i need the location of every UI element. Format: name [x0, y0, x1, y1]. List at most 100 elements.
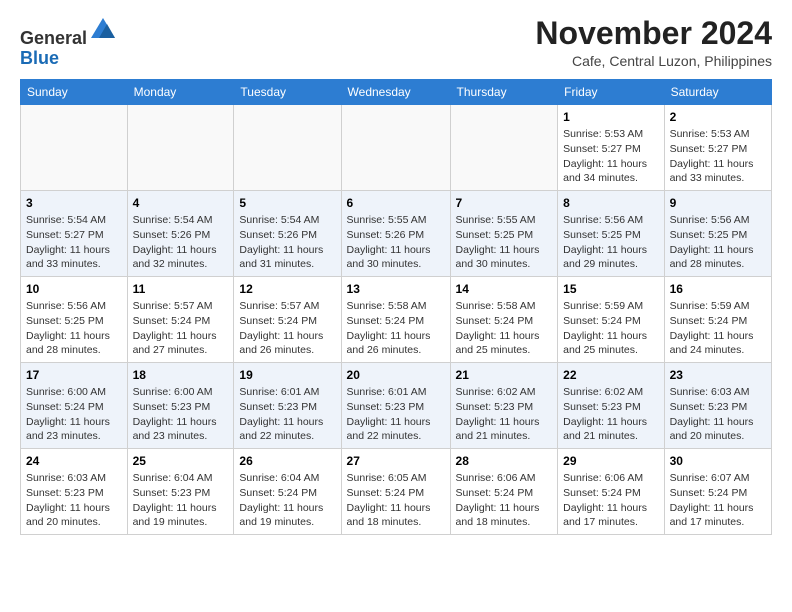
logo: General Blue: [20, 16, 117, 69]
calendar-week-2: 3Sunrise: 5:54 AM Sunset: 5:27 PM Daylig…: [21, 191, 772, 277]
calendar-cell: 7 Sunrise: 5:55 AM Sunset: 5:25 PM Daylig…: [450, 191, 558, 277]
day-number: 8: [563, 195, 658, 211]
day-number: 18: [133, 367, 229, 383]
day-detail: Sunrise: 5:56 AM Sunset: 5:25 PM Dayligh…: [563, 213, 658, 272]
day-number: 5: [239, 195, 335, 211]
day-number: 17: [26, 367, 122, 383]
logo-text: General: [20, 16, 117, 49]
day-number: 12: [239, 281, 335, 297]
day-detail: Sunrise: 6:01 AM Sunset: 5:23 PM Dayligh…: [347, 385, 445, 444]
calendar-cell: 9 Sunrise: 5:56 AM Sunset: 5:25 PM Daylig…: [664, 191, 771, 277]
calendar-cell: 24 Sunrise: 6:03 AM Sunset: 5:23 PM Dayli…: [21, 448, 128, 534]
calendar: SundayMondayTuesdayWednesdayThursdayFrid…: [20, 79, 772, 535]
calendar-cell: 19 Sunrise: 6:01 AM Sunset: 5:23 PM Dayli…: [234, 363, 341, 449]
day-detail: Sunrise: 5:58 AM Sunset: 5:24 PM Dayligh…: [347, 299, 445, 358]
calendar-cell: 12 Sunrise: 5:57 AM Sunset: 5:24 PM Dayli…: [234, 277, 341, 363]
logo-icon: [89, 16, 117, 44]
calendar-cell: [21, 105, 128, 191]
calendar-cell: 22 Sunrise: 6:02 AM Sunset: 5:23 PM Dayli…: [558, 363, 664, 449]
day-number: 16: [670, 281, 766, 297]
column-header-saturday: Saturday: [664, 80, 771, 105]
day-number: 15: [563, 281, 658, 297]
calendar-cell: 27 Sunrise: 6:05 AM Sunset: 5:24 PM Dayli…: [341, 448, 450, 534]
day-detail: Sunrise: 6:02 AM Sunset: 5:23 PM Dayligh…: [456, 385, 553, 444]
day-number: 29: [563, 453, 658, 469]
day-detail: Sunrise: 5:57 AM Sunset: 5:24 PM Dayligh…: [239, 299, 335, 358]
page: General Blue November 2024 Cafe, Central…: [0, 0, 792, 547]
day-detail: Sunrise: 5:57 AM Sunset: 5:24 PM Dayligh…: [133, 299, 229, 358]
column-header-monday: Monday: [127, 80, 234, 105]
calendar-cell: 4 Sunrise: 5:54 AM Sunset: 5:26 PM Daylig…: [127, 191, 234, 277]
calendar-cell: 14Sunrise: 5:58 AM Sunset: 5:24 PM Dayli…: [450, 277, 558, 363]
day-detail: Sunrise: 5:53 AM Sunset: 5:27 PM Dayligh…: [670, 127, 766, 186]
day-detail: Sunrise: 6:04 AM Sunset: 5:23 PM Dayligh…: [133, 471, 229, 530]
calendar-cell: 23Sunrise: 6:03 AM Sunset: 5:23 PM Dayli…: [664, 363, 771, 449]
calendar-cell: 13 Sunrise: 5:58 AM Sunset: 5:24 PM Dayli…: [341, 277, 450, 363]
logo-blue: Blue: [20, 48, 59, 68]
day-number: 27: [347, 453, 445, 469]
day-detail: Sunrise: 5:54 AM Sunset: 5:26 PM Dayligh…: [133, 213, 229, 272]
calendar-cell: 16 Sunrise: 5:59 AM Sunset: 5:24 PM Dayli…: [664, 277, 771, 363]
calendar-cell: 10 Sunrise: 5:56 AM Sunset: 5:25 PM Dayli…: [21, 277, 128, 363]
calendar-cell: 26 Sunrise: 6:04 AM Sunset: 5:24 PM Dayli…: [234, 448, 341, 534]
calendar-cell: 28 Sunrise: 6:06 AM Sunset: 5:24 PM Dayli…: [450, 448, 558, 534]
calendar-cell: 18 Sunrise: 6:00 AM Sunset: 5:23 PM Dayli…: [127, 363, 234, 449]
day-detail: Sunrise: 6:07 AM Sunset: 5:24 PM Dayligh…: [670, 471, 766, 530]
logo-blue-text: Blue: [20, 49, 117, 69]
column-header-sunday: Sunday: [21, 80, 128, 105]
day-detail: Sunrise: 6:03 AM Sunset: 5:23 PM Dayligh…: [26, 471, 122, 530]
day-number: 13: [347, 281, 445, 297]
day-detail: Sunrise: 5:56 AM Sunset: 5:25 PM Dayligh…: [670, 213, 766, 272]
day-detail: Sunrise: 5:58 AM Sunset: 5:24 PM Dayligh…: [456, 299, 553, 358]
calendar-week-1: 1Sunrise: 5:53 AM Sunset: 5:27 PM Daylig…: [21, 105, 772, 191]
calendar-cell: 15Sunrise: 5:59 AM Sunset: 5:24 PM Dayli…: [558, 277, 664, 363]
month-title: November 2024: [535, 16, 772, 51]
calendar-week-4: 17 Sunrise: 6:00 AM Sunset: 5:24 PM Dayli…: [21, 363, 772, 449]
day-number: 24: [26, 453, 122, 469]
calendar-week-5: 24 Sunrise: 6:03 AM Sunset: 5:23 PM Dayli…: [21, 448, 772, 534]
day-detail: Sunrise: 6:00 AM Sunset: 5:24 PM Dayligh…: [26, 385, 122, 444]
day-number: 20: [347, 367, 445, 383]
day-number: 9: [670, 195, 766, 211]
day-number: 19: [239, 367, 335, 383]
day-detail: Sunrise: 5:53 AM Sunset: 5:27 PM Dayligh…: [563, 127, 658, 186]
calendar-cell: [234, 105, 341, 191]
calendar-cell: [127, 105, 234, 191]
calendar-cell: 8 Sunrise: 5:56 AM Sunset: 5:25 PM Daylig…: [558, 191, 664, 277]
column-header-friday: Friday: [558, 80, 664, 105]
day-detail: Sunrise: 6:06 AM Sunset: 5:24 PM Dayligh…: [456, 471, 553, 530]
day-detail: Sunrise: 5:55 AM Sunset: 5:26 PM Dayligh…: [347, 213, 445, 272]
title-block: November 2024 Cafe, Central Luzon, Phili…: [535, 16, 772, 69]
day-number: 6: [347, 195, 445, 211]
day-number: 7: [456, 195, 553, 211]
day-number: 28: [456, 453, 553, 469]
day-number: 22: [563, 367, 658, 383]
day-detail: Sunrise: 6:02 AM Sunset: 5:23 PM Dayligh…: [563, 385, 658, 444]
column-header-thursday: Thursday: [450, 80, 558, 105]
day-detail: Sunrise: 6:04 AM Sunset: 5:24 PM Dayligh…: [239, 471, 335, 530]
calendar-week-3: 10 Sunrise: 5:56 AM Sunset: 5:25 PM Dayli…: [21, 277, 772, 363]
calendar-cell: 1Sunrise: 5:53 AM Sunset: 5:27 PM Daylig…: [558, 105, 664, 191]
day-number: 2: [670, 109, 766, 125]
day-number: 3: [26, 195, 122, 211]
day-number: 30: [670, 453, 766, 469]
day-number: 26: [239, 453, 335, 469]
day-detail: Sunrise: 5:59 AM Sunset: 5:24 PM Dayligh…: [670, 299, 766, 358]
day-detail: Sunrise: 6:06 AM Sunset: 5:24 PM Dayligh…: [563, 471, 658, 530]
column-header-wednesday: Wednesday: [341, 80, 450, 105]
calendar-cell: 2 Sunrise: 5:53 AM Sunset: 5:27 PM Daylig…: [664, 105, 771, 191]
day-detail: Sunrise: 6:05 AM Sunset: 5:24 PM Dayligh…: [347, 471, 445, 530]
day-number: 21: [456, 367, 553, 383]
day-detail: Sunrise: 5:54 AM Sunset: 5:26 PM Dayligh…: [239, 213, 335, 272]
day-detail: Sunrise: 6:01 AM Sunset: 5:23 PM Dayligh…: [239, 385, 335, 444]
day-detail: Sunrise: 6:00 AM Sunset: 5:23 PM Dayligh…: [133, 385, 229, 444]
calendar-cell: 6 Sunrise: 5:55 AM Sunset: 5:26 PM Daylig…: [341, 191, 450, 277]
calendar-cell: 3Sunrise: 5:54 AM Sunset: 5:27 PM Daylig…: [21, 191, 128, 277]
calendar-header-row: SundayMondayTuesdayWednesdayThursdayFrid…: [21, 80, 772, 105]
day-number: 4: [133, 195, 229, 211]
day-detail: Sunrise: 5:56 AM Sunset: 5:25 PM Dayligh…: [26, 299, 122, 358]
column-header-tuesday: Tuesday: [234, 80, 341, 105]
subtitle: Cafe, Central Luzon, Philippines: [535, 53, 772, 69]
day-number: 10: [26, 281, 122, 297]
day-detail: Sunrise: 5:55 AM Sunset: 5:25 PM Dayligh…: [456, 213, 553, 272]
